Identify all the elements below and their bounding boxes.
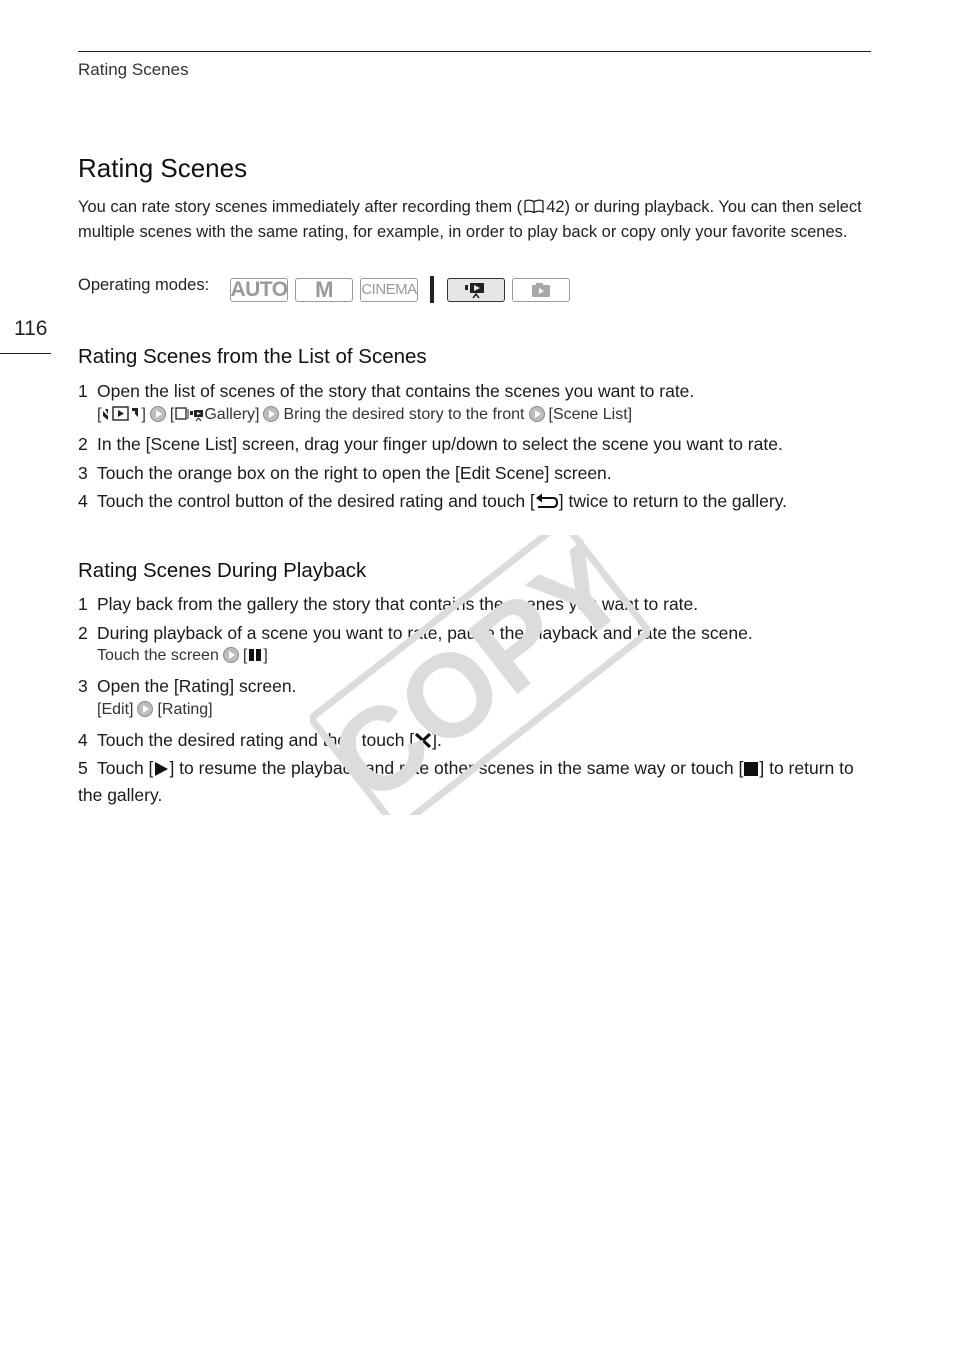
stop-icon[interactable] bbox=[743, 759, 759, 783]
step-text: Open the [Rating] screen. bbox=[97, 676, 297, 696]
list-step-1: 1 Open the list of scenes of the story th… bbox=[78, 379, 878, 403]
playback-step-2: 2 During playback of a scene you want to … bbox=[78, 621, 878, 645]
running-head: Rating Scenes bbox=[78, 60, 189, 79]
playback-step-5: 5 Touch [ ] to resume the playback and rat… bbox=[78, 756, 878, 807]
playback-step-3: 3 Open the [Rating] screen. bbox=[78, 674, 878, 698]
next-arrow-icon bbox=[137, 701, 154, 717]
step-text: During playback of a scene you want to r… bbox=[97, 623, 753, 643]
back-icon[interactable] bbox=[535, 492, 559, 516]
mode-separator bbox=[430, 276, 434, 303]
bracket: ] bbox=[141, 406, 146, 423]
edit-label[interactable]: [Edit] bbox=[97, 701, 133, 718]
list-step-3: 3 Touch the orange box on the right to op… bbox=[78, 461, 878, 485]
next-arrow-icon bbox=[222, 647, 239, 663]
touch-screen-text: Touch the screen bbox=[97, 647, 219, 664]
close-icon[interactable] bbox=[414, 731, 432, 755]
photo-playback-icon bbox=[532, 282, 550, 297]
step-text-mid: ] to resume the playback and rate other … bbox=[169, 758, 744, 778]
bring-story-text: Bring the desired story to the front bbox=[283, 406, 525, 423]
step-number: 2 bbox=[78, 434, 88, 454]
play-icon[interactable] bbox=[153, 759, 169, 783]
playback-step-2-path: Touch the screen[] bbox=[97, 647, 268, 668]
mode-movie-playback bbox=[447, 277, 505, 302]
page-number: 116 bbox=[14, 317, 48, 340]
mode-cinema: CINEMA bbox=[360, 277, 418, 302]
step-number: 3 bbox=[78, 463, 88, 483]
rating-label[interactable]: [Rating] bbox=[157, 701, 212, 718]
page-title: Rating Scenes bbox=[78, 153, 248, 183]
mode-photo-playback bbox=[512, 277, 570, 302]
step-number: 1 bbox=[78, 594, 88, 614]
book-icon bbox=[524, 198, 544, 221]
movie-playback-icon bbox=[465, 282, 484, 298]
next-arrow-icon bbox=[528, 406, 545, 422]
next-arrow-icon bbox=[149, 406, 166, 422]
scene-list-label[interactable]: [Scene List] bbox=[549, 406, 633, 423]
next-arrow-icon bbox=[263, 406, 280, 422]
step-number: 3 bbox=[78, 676, 88, 696]
step-number: 1 bbox=[78, 381, 88, 401]
pause-icon[interactable] bbox=[247, 647, 263, 668]
step-text: Touch the orange box on the right to ope… bbox=[97, 463, 612, 483]
playback-step-1: 1 Play back from the gallery the story th… bbox=[78, 592, 878, 616]
step-number: 5 bbox=[78, 758, 88, 778]
playback-mode-icon[interactable] bbox=[101, 405, 141, 427]
gallery-label[interactable]: Gallery] bbox=[204, 406, 259, 423]
step-number: 2 bbox=[78, 623, 88, 643]
list-step-2: 2 In the [Scene List] screen, drag your f… bbox=[78, 432, 878, 456]
step-text: Open the list of scenes of the story tha… bbox=[97, 381, 695, 401]
section-heading-list: Rating Scenes from the List of Scenes bbox=[78, 345, 427, 368]
mode-auto: AUTO bbox=[230, 277, 288, 302]
step-text: Touch the desired rating and then touch … bbox=[97, 730, 415, 750]
list-step-1-path: [][Gallery] Bring the desired story to th… bbox=[97, 405, 632, 427]
playback-step-4: 4 Touch the desired rating and then touch… bbox=[78, 728, 878, 755]
step-text: Touch [ bbox=[97, 758, 154, 778]
section-heading-playback: Rating Scenes During Playback bbox=[78, 559, 367, 582]
page-reference[interactable]: 42 bbox=[546, 198, 564, 216]
step-number: 4 bbox=[78, 491, 88, 511]
mode-manual: M bbox=[295, 277, 353, 302]
step-number: 4 bbox=[78, 730, 88, 750]
operating-modes-label: Operating modes: bbox=[78, 276, 210, 294]
step-text: In the [Scene List] screen, drag your fi… bbox=[97, 434, 783, 454]
bracket: ] bbox=[263, 647, 268, 664]
step-text-cont: ]. bbox=[432, 730, 442, 750]
operating-modes: AUTO M CINEMA bbox=[230, 276, 570, 303]
intro-text: You can rate story scenes immediately af… bbox=[78, 198, 523, 216]
page-number-rule bbox=[0, 353, 51, 354]
playback-step-3-path: [Edit] [Rating] bbox=[97, 701, 213, 719]
step-text-cont: ] twice to return to the gallery. bbox=[558, 491, 788, 511]
intro-paragraph: You can rate story scenes immediately af… bbox=[78, 196, 878, 243]
gallery-icon bbox=[174, 405, 204, 427]
list-step-4: 4 Touch the control button of the desired… bbox=[78, 489, 878, 516]
step-text: Play back from the gallery the story tha… bbox=[97, 594, 699, 614]
header-rule bbox=[78, 51, 871, 52]
step-text: Touch the control button of the desired … bbox=[97, 491, 535, 511]
